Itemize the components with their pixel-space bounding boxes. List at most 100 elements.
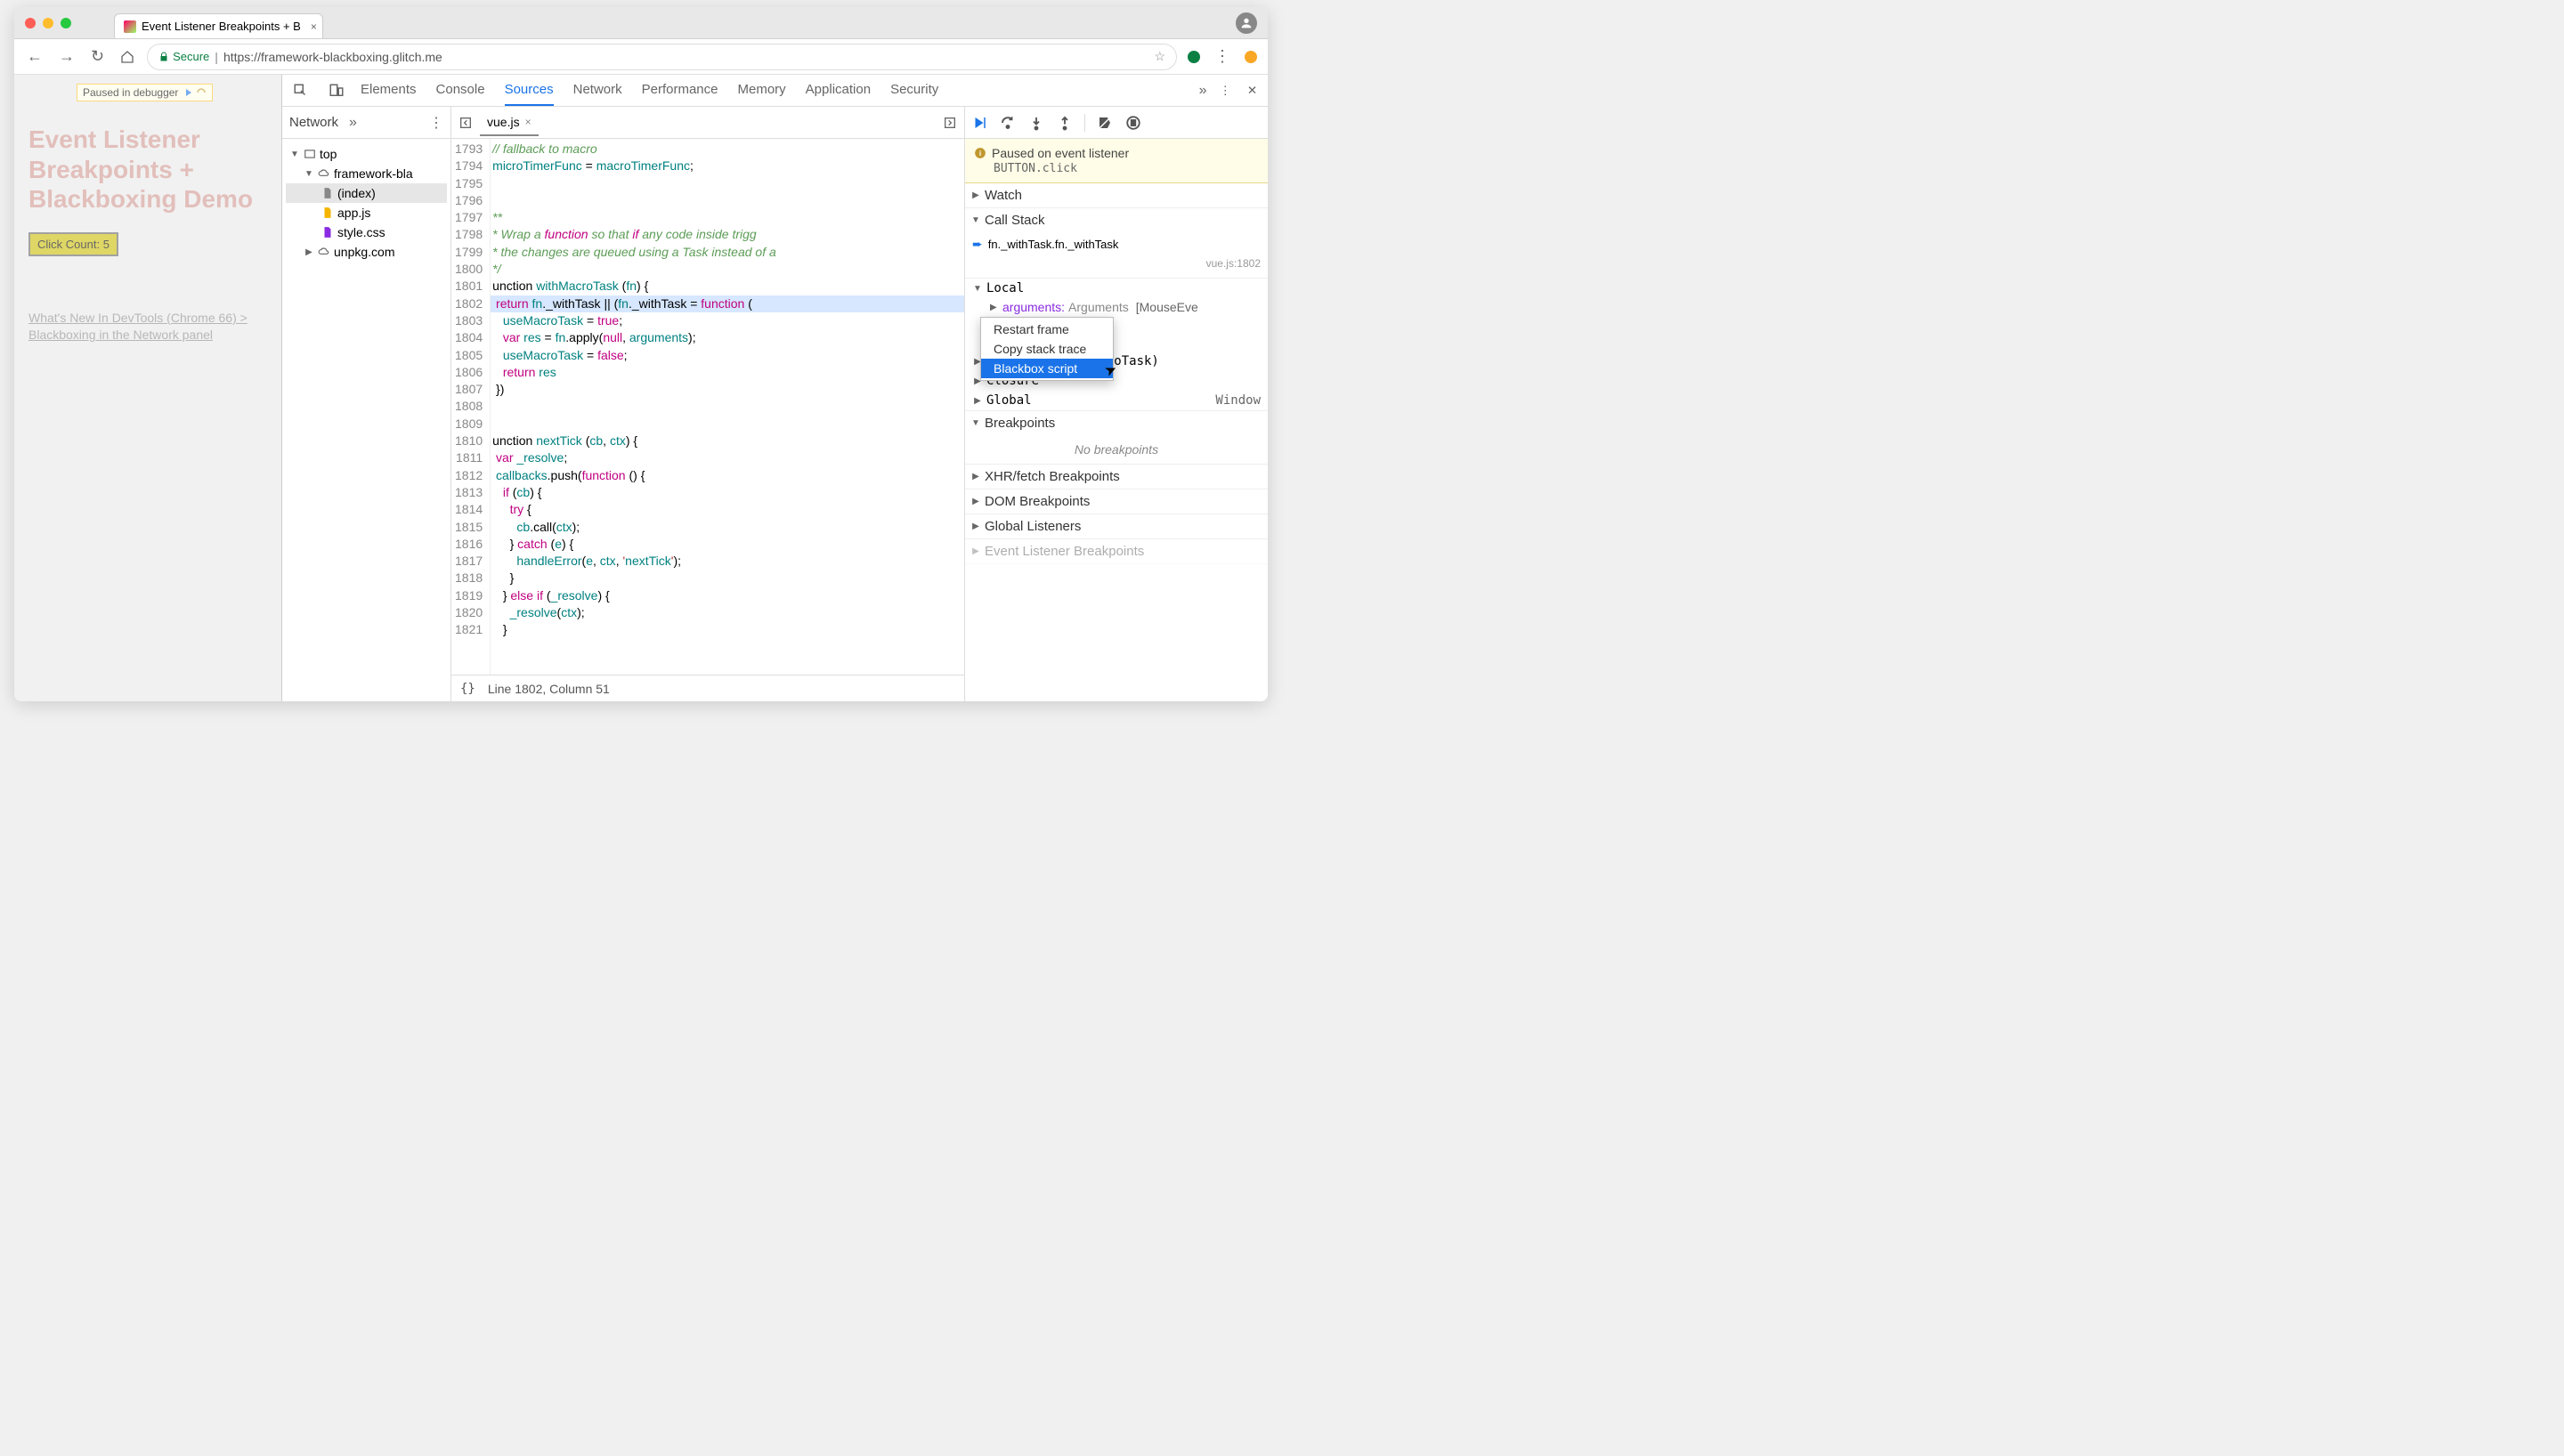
tree-domain[interactable]: ▶ unpkg.com xyxy=(286,242,447,262)
pause-exceptions-button[interactable] xyxy=(1124,114,1142,132)
code-tab-label: vue.js xyxy=(487,115,520,129)
browser-tab[interactable]: Event Listener Breakpoints + B × xyxy=(114,13,323,38)
css-file-icon xyxy=(321,226,334,239)
frame-icon xyxy=(304,148,316,160)
debugger-panel: i Paused on event listener BUTTON.click … xyxy=(965,107,1268,701)
devtools-tabs: Elements Console Sources Network Performance… xyxy=(361,75,938,106)
tree-domain[interactable]: ▼ framework-bla xyxy=(286,164,447,183)
devtools-tab-performance[interactable]: Performance xyxy=(642,75,718,106)
info-icon: i xyxy=(974,147,986,159)
code-line: unction nextTick (cb, ctx) { xyxy=(491,433,964,449)
devtools-tab-console[interactable]: Console xyxy=(436,75,485,106)
step-out-button[interactable] xyxy=(1056,114,1074,132)
minimize-window-icon[interactable] xyxy=(43,18,53,28)
code-line: cb.call(ctx); xyxy=(491,519,964,536)
code-line xyxy=(491,398,964,415)
reload-button[interactable]: ↻ xyxy=(87,44,108,69)
star-icon[interactable]: ☆ xyxy=(1154,49,1165,64)
tab-close-icon[interactable]: × xyxy=(311,20,317,33)
dom-breakpoints-section: ▶DOM Breakpoints xyxy=(965,489,1268,514)
code-line: try { xyxy=(491,501,964,518)
navigator-tab-label[interactable]: Network xyxy=(289,115,338,130)
file-icon xyxy=(321,187,334,199)
maximize-window-icon[interactable] xyxy=(61,18,71,28)
xhr-breakpoints-section: ▶XHR/fetch Breakpoints xyxy=(965,465,1268,489)
context-menu-item[interactable]: Copy stack trace xyxy=(981,339,1113,359)
click-count-button[interactable]: Click Count: 5 xyxy=(28,232,118,256)
nav-right-icon[interactable] xyxy=(941,114,959,132)
devtools-tab-application[interactable]: Application xyxy=(806,75,871,106)
navigator-menu-icon[interactable]: ⋮ xyxy=(429,114,443,132)
code-line: // fallback to macro xyxy=(491,141,964,158)
devtools-tab-sources[interactable]: Sources xyxy=(505,75,554,106)
devtools: Elements Console Sources Network Performance… xyxy=(281,75,1268,701)
code-line: ** xyxy=(491,209,964,226)
code-line: var res = fn.apply(null, arguments); xyxy=(491,329,964,346)
tree-file[interactable]: app.js xyxy=(286,203,447,222)
context-menu-item[interactable]: Blackbox script xyxy=(981,359,1113,378)
overflow-tabs-icon[interactable]: » xyxy=(1199,83,1207,99)
step-into-button[interactable] xyxy=(1027,114,1045,132)
home-button[interactable] xyxy=(117,46,138,68)
paused-badge-label: Paused in debugger xyxy=(83,86,178,99)
devtools-tab-memory[interactable]: Memory xyxy=(738,75,786,106)
paused-badge: Paused in debugger xyxy=(77,84,213,101)
code-tabs: vue.js × xyxy=(451,107,964,139)
extension-icon[interactable] xyxy=(1186,49,1202,65)
step-over-button[interactable] xyxy=(999,114,1017,132)
tab-title: Event Listener Breakpoints + B xyxy=(142,20,301,33)
navigator-header: Network » ⋮ xyxy=(282,107,450,139)
cloud-icon xyxy=(318,246,330,258)
tree-file[interactable]: (index) xyxy=(286,183,447,203)
code-editor[interactable]: 1793179417951796179717981799180018011802… xyxy=(451,139,964,675)
inspect-button[interactable] xyxy=(289,79,312,102)
code-line: } catch (e) { xyxy=(491,536,964,553)
menu-button[interactable]: ⋮ xyxy=(1211,44,1234,69)
file-tree: ▼ top ▼ framework-bla (index) xyxy=(282,139,450,267)
code-line: microTimerFunc = macroTimerFunc; xyxy=(491,158,964,174)
scope-variable[interactable]: ▶ arguments: Arguments [MouseEve xyxy=(965,298,1268,316)
devtools-body: Network » ⋮ ▼ top ▼ framework xyxy=(282,107,1268,701)
page-link[interactable]: What's New In DevTools (Chrome 66) > Bla… xyxy=(28,310,267,344)
breakpoints-section: ▼Breakpoints No breakpoints xyxy=(965,411,1268,465)
code-line: * the changes are queued using a Task in… xyxy=(491,244,964,261)
tree-file[interactable]: style.css xyxy=(286,222,447,242)
cloud-icon xyxy=(318,167,330,180)
devtools-tab-elements[interactable]: Elements xyxy=(361,75,417,106)
address-bar[interactable]: Secure | https://framework-blackboxing.g… xyxy=(147,44,1177,70)
deactivate-breakpoints-button[interactable] xyxy=(1096,114,1114,132)
code-line: * Wrap a function so that if any code in… xyxy=(491,226,964,243)
step-mini-icon[interactable] xyxy=(196,87,207,98)
page-viewport: Paused in debugger Event Listener Breakp… xyxy=(14,75,281,701)
profile-avatar[interactable] xyxy=(1236,12,1257,34)
devtools-menu-button[interactable]: ⋮ xyxy=(1216,80,1235,101)
resume-mini-icon[interactable] xyxy=(183,87,194,98)
browser-window: Event Listener Breakpoints + B × ← → ↻ S… xyxy=(14,7,1268,701)
device-toggle-button[interactable] xyxy=(325,79,348,102)
code-file-tab[interactable]: vue.js × xyxy=(480,109,539,136)
overflow-icon[interactable]: » xyxy=(349,115,357,131)
resume-button[interactable] xyxy=(970,114,988,132)
code-line: _resolve(ctx); xyxy=(491,604,964,621)
window-controls xyxy=(25,18,71,28)
tree-root[interactable]: ▼ top xyxy=(286,144,447,164)
close-window-icon[interactable] xyxy=(25,18,36,28)
devtools-tab-network[interactable]: Network xyxy=(573,75,622,106)
context-menu-item[interactable]: Restart frame xyxy=(981,320,1113,339)
code-line: } xyxy=(491,570,964,586)
stack-frame[interactable]: ➨ fn._withTask.fn._withTask xyxy=(965,234,1268,255)
code-tab-close-icon[interactable]: × xyxy=(525,116,531,128)
titlebar: Event Listener Breakpoints + B × xyxy=(14,7,1268,39)
devtools-close-button[interactable]: ✕ xyxy=(1244,80,1261,101)
browser-tabs: Event Listener Breakpoints + B × xyxy=(114,7,323,38)
secure-indicator: Secure xyxy=(158,50,209,63)
format-icon[interactable]: {} xyxy=(460,682,475,696)
forward-button[interactable]: → xyxy=(55,44,78,69)
devtools-tab-security[interactable]: Security xyxy=(890,75,938,106)
back-button[interactable]: ← xyxy=(23,44,46,69)
code-status-bar: {} Line 1802, Column 51 xyxy=(451,675,964,701)
code-line: useMacroTask = true; xyxy=(491,312,964,329)
extension-warning-icon[interactable] xyxy=(1243,49,1259,65)
nav-left-icon[interactable] xyxy=(457,114,475,132)
secure-label: Secure xyxy=(173,50,209,63)
